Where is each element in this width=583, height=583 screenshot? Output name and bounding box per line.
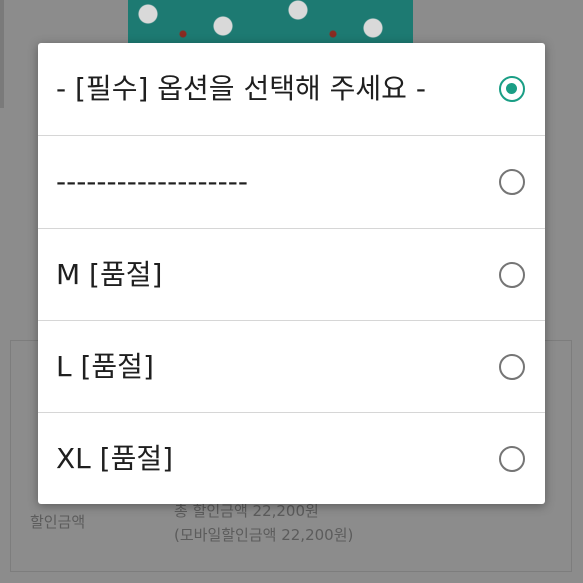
discount-label: 할인금액 [30, 513, 86, 531]
option-label: ------------------- [56, 165, 248, 198]
product-image [128, 0, 413, 44]
option-label: - [필수] 옵션을 선택해 주세요 - [56, 72, 426, 105]
option-item-separator[interactable]: ------------------- [38, 136, 545, 228]
option-item-xl[interactable]: XL [품절] [38, 413, 545, 505]
radio-unchecked-icon[interactable] [499, 354, 525, 380]
left-edge-strip [0, 0, 4, 108]
option-item-required[interactable]: - [필수] 옵션을 선택해 주세요 - [38, 43, 545, 135]
mobile-discount-text: (모바일할인금액 22,200원) [174, 526, 354, 544]
option-item-l[interactable]: L [품절] [38, 321, 545, 413]
radio-checked-icon[interactable] [499, 76, 525, 102]
radio-unchecked-icon[interactable] [499, 446, 525, 472]
option-select-dialog: - [필수] 옵션을 선택해 주세요 - -------------------… [38, 43, 545, 504]
option-label: L [품절] [56, 350, 154, 383]
option-item-m[interactable]: M [품절] [38, 229, 545, 321]
option-label: XL [품절] [56, 442, 174, 475]
radio-unchecked-icon[interactable] [499, 262, 525, 288]
option-label: M [품절] [56, 258, 163, 291]
radio-unchecked-icon[interactable] [499, 169, 525, 195]
